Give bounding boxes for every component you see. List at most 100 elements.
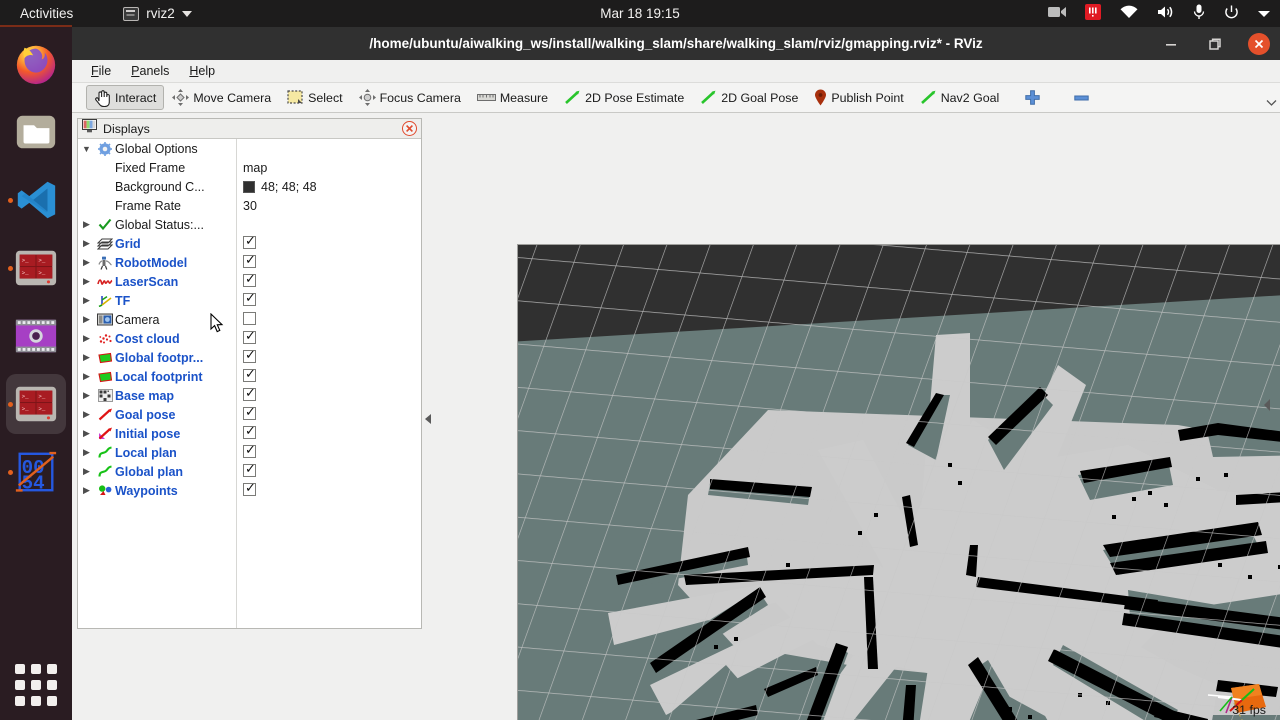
display-enabled-checkbox[interactable] <box>243 404 256 420</box>
display-enabled-checkbox[interactable] <box>243 271 256 287</box>
twisty-right-icon[interactable]: ▶ <box>78 371 95 382</box>
panel-splitter[interactable] <box>422 118 434 720</box>
toolbar-overflow-icon[interactable] <box>1266 93 1277 111</box>
dock-item-terminal-2[interactable]: >_ >_ >_ >_ <box>6 374 66 434</box>
tree-row-value[interactable]: 48; 48; 48 <box>243 180 317 194</box>
tool-interact[interactable]: Interact <box>86 85 165 110</box>
tool-publish-point[interactable]: Publish Point <box>806 85 911 110</box>
dock-item-rviz[interactable]: 00 54 <box>6 442 66 502</box>
rviz-main-area: Displays ▼ Global Options Fixed Frame ma… <box>72 113 1280 720</box>
add-tool-button[interactable] <box>1017 85 1048 110</box>
tree-row-fixed-frame[interactable]: Fixed Frame map <box>78 158 421 177</box>
display-enabled-checkbox[interactable] <box>243 252 256 268</box>
twisty-right-icon[interactable]: ▶ <box>78 485 95 496</box>
tree-row-grid[interactable]: ▶ Grid <box>78 233 421 253</box>
remove-tool-button[interactable] <box>1066 85 1097 110</box>
tool-2d-goal-pose[interactable]: 2D Goal Pose <box>692 85 806 110</box>
display-enabled-checkbox[interactable] <box>243 290 256 306</box>
displays-monitor-icon <box>82 119 97 138</box>
display-enabled-checkbox[interactable] <box>243 233 256 249</box>
display-enabled-checkbox[interactable] <box>243 442 256 458</box>
tree-row-base-map[interactable]: ▶ Base map <box>78 385 421 405</box>
display-enabled-checkbox[interactable] <box>243 461 256 477</box>
app-menu-button[interactable]: rviz2 <box>123 6 192 21</box>
twisty-right-icon[interactable]: ▶ <box>78 314 95 325</box>
display-enabled-checkbox[interactable] <box>243 328 256 344</box>
display-enabled-checkbox[interactable] <box>243 480 256 496</box>
tool-label: Select <box>308 90 343 105</box>
minimize-icon[interactable] <box>1160 33 1182 55</box>
tree-row-background-color[interactable]: Background C... 48; 48; 48 <box>78 177 421 196</box>
displays-tree[interactable]: ▼ Global Options Fixed Frame map Backgro… <box>78 139 421 628</box>
close-icon[interactable] <box>402 121 417 136</box>
twisty-right-icon[interactable]: ▶ <box>78 295 95 306</box>
twisty-right-icon[interactable]: ▶ <box>78 390 95 401</box>
twisty-right-icon[interactable]: ▶ <box>78 257 95 268</box>
chevron-down-icon[interactable] <box>1258 6 1270 21</box>
twisty-right-icon[interactable]: ▶ <box>78 466 95 477</box>
twisty-down-icon[interactable]: ▼ <box>78 144 95 154</box>
screencast-icon[interactable] <box>1048 5 1066 22</box>
tree-row-goal-pose[interactable]: ▶ Goal pose <box>78 404 421 424</box>
tree-row-value[interactable]: map <box>243 161 267 175</box>
tree-row-frame-rate[interactable]: Frame Rate 30 <box>78 196 421 215</box>
maximize-icon[interactable] <box>1204 33 1226 55</box>
menu-panels[interactable]: Panels <box>124 62 176 80</box>
twisty-right-icon[interactable]: ▶ <box>78 428 95 439</box>
tree-row-camera[interactable]: ▶ Camera <box>78 310 421 329</box>
tool-2d-pose-estimate[interactable]: 2D Pose Estimate <box>556 85 692 110</box>
display-enabled-checkbox[interactable] <box>243 385 256 401</box>
display-enabled-checkbox[interactable] <box>243 366 256 382</box>
tree-row-initial-pose[interactable]: ▶ Initial pose <box>78 423 421 443</box>
dock-item-video-player[interactable] <box>6 306 66 366</box>
show-applications-button[interactable] <box>15 664 57 706</box>
recorder-icon[interactable] <box>1085 4 1101 23</box>
tree-row-global-footprint[interactable]: ▶ Global footpr... <box>78 347 421 367</box>
twisty-right-icon[interactable]: ▶ <box>78 238 95 249</box>
dock-item-firefox[interactable] <box>6 34 66 94</box>
tree-row-label: Local footprint <box>115 369 203 384</box>
tree-row-local-plan[interactable]: ▶ Local plan <box>78 442 421 462</box>
twisty-right-icon[interactable]: ▶ <box>78 409 95 420</box>
tool-label: Measure <box>499 90 549 105</box>
display-enabled-checkbox[interactable] <box>243 312 256 325</box>
twisty-right-icon[interactable]: ▶ <box>78 333 95 344</box>
tree-row-global-status[interactable]: ▶ Global Status:... <box>78 215 421 234</box>
volume-icon[interactable] <box>1157 5 1174 22</box>
tree-row-tf[interactable]: ▶ TF <box>78 290 421 310</box>
rviz-3d-viewport[interactable] <box>517 244 1280 720</box>
tool-nav2-goal[interactable]: Nav2 Goal <box>912 85 1008 110</box>
dock-item-vscode[interactable] <box>6 170 66 230</box>
tool-focus-camera[interactable]: Focus Camera <box>351 85 469 110</box>
tree-row-cost-cloud[interactable]: ▶ Cost cloud <box>78 328 421 348</box>
tree-row-waypoints[interactable]: ▶ Waypoints <box>78 480 421 500</box>
tool-measure[interactable]: Measure <box>469 85 556 110</box>
display-enabled-checkbox[interactable] <box>243 347 256 363</box>
tree-row-laserscan[interactable]: ▶ LaserScan <box>78 271 421 291</box>
twisty-right-icon[interactable]: ▶ <box>78 352 95 363</box>
wifi-icon[interactable] <box>1120 5 1138 22</box>
display-enabled-checkbox[interactable] <box>243 423 256 439</box>
dock-item-files[interactable] <box>6 102 66 162</box>
tree-row-local-footprint[interactable]: ▶ Local footprint <box>78 366 421 386</box>
tree-row-global-plan[interactable]: ▶ Global plan <box>78 461 421 481</box>
close-icon[interactable] <box>1248 32 1270 55</box>
menu-file[interactable]: FFileile <box>84 62 118 80</box>
tool-select[interactable]: Select <box>279 85 350 110</box>
dock-item-terminal[interactable]: >_ >_ >_ >_ <box>6 238 66 298</box>
twisty-right-icon[interactable]: ▶ <box>78 276 95 287</box>
tree-row-value[interactable]: 30 <box>243 199 257 213</box>
menu-help[interactable]: Help <box>182 62 222 80</box>
path-icon <box>95 465 115 478</box>
tree-row-robotmodel[interactable]: ▶ RobotModel <box>78 252 421 272</box>
microphone-icon[interactable] <box>1193 4 1205 23</box>
right-panel-collapse-handle[interactable] <box>1262 398 1272 417</box>
power-icon[interactable] <box>1224 5 1239 23</box>
activities-button[interactable]: Activities <box>12 4 81 23</box>
collapse-left-icon[interactable] <box>425 414 431 424</box>
tree-row-global-options[interactable]: ▼ Global Options <box>78 139 421 158</box>
tool-move-camera[interactable]: Move Camera <box>164 85 279 110</box>
twisty-right-icon[interactable]: ▶ <box>78 219 95 230</box>
tree-row-label: Fixed Frame <box>115 160 186 175</box>
twisty-right-icon[interactable]: ▶ <box>78 447 95 458</box>
